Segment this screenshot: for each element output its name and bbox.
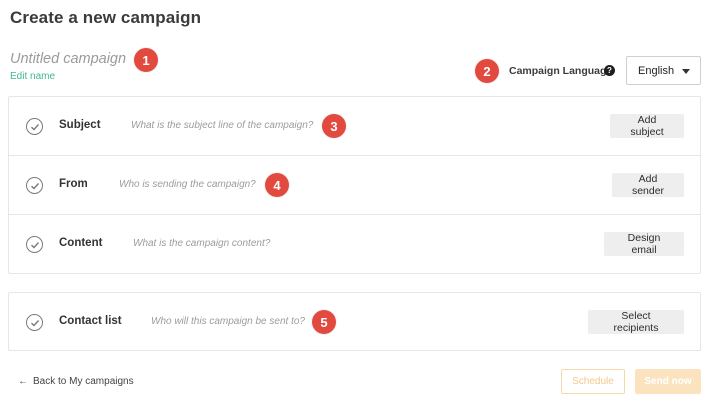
design-email-button[interactable]: Design email: [604, 232, 684, 256]
back-link-label: Back to My campaigns: [33, 376, 134, 387]
campaign-setup-card: Subject What is the subject line of the …: [8, 96, 701, 274]
send-now-button[interactable]: Send now: [635, 369, 701, 394]
check-circle-icon: [26, 118, 43, 135]
check-circle-icon: [26, 177, 43, 194]
arrow-left-icon: ←: [18, 376, 28, 387]
step-marker-1: 1: [134, 48, 158, 72]
question-circle-icon[interactable]: ?: [604, 65, 615, 76]
campaign-language-label: Campaign Language: [509, 65, 613, 77]
contact-list-description: Who will this campaign be sent to?: [151, 316, 305, 327]
subject-row: Subject What is the subject line of the …: [9, 97, 700, 156]
campaign-language-select[interactable]: English: [626, 56, 701, 85]
contact-list-card: Contact list Who will this campaign be s…: [8, 292, 701, 351]
step-marker-2: 2: [475, 59, 499, 83]
step-marker-5: 5: [312, 310, 336, 334]
campaign-name-field[interactable]: Untitled campaign: [10, 51, 126, 67]
schedule-button[interactable]: Schedule: [561, 369, 625, 394]
subject-label: Subject: [59, 119, 101, 131]
add-subject-button[interactable]: Add subject: [610, 114, 684, 138]
check-circle-icon: [26, 236, 43, 253]
step-marker-4: 4: [265, 173, 289, 197]
check-circle-icon: [26, 314, 43, 331]
from-row: From Who is sending the campaign? 4 Add …: [9, 156, 700, 215]
from-label: From: [59, 178, 88, 190]
contact-list-label: Contact list: [59, 315, 122, 327]
step-marker-3: 3: [322, 114, 346, 138]
add-sender-button[interactable]: Add sender: [612, 173, 684, 197]
from-description: Who is sending the campaign?: [119, 179, 256, 190]
chevron-down-icon: [682, 69, 690, 74]
content-row: Content What is the campaign content? De…: [9, 215, 700, 274]
content-description: What is the campaign content?: [133, 238, 271, 249]
edit-name-link[interactable]: Edit name: [10, 71, 55, 82]
contact-list-row: Contact list Who will this campaign be s…: [9, 293, 700, 352]
page-title: Create a new campaign: [10, 8, 202, 27]
select-recipients-button[interactable]: Select recipients: [588, 310, 684, 334]
campaign-language-value: English: [638, 64, 675, 77]
back-to-campaigns-link[interactable]: ← Back to My campaigns: [18, 376, 134, 387]
content-label: Content: [59, 237, 103, 249]
subject-description: What is the subject line of the campaign…: [131, 120, 314, 131]
